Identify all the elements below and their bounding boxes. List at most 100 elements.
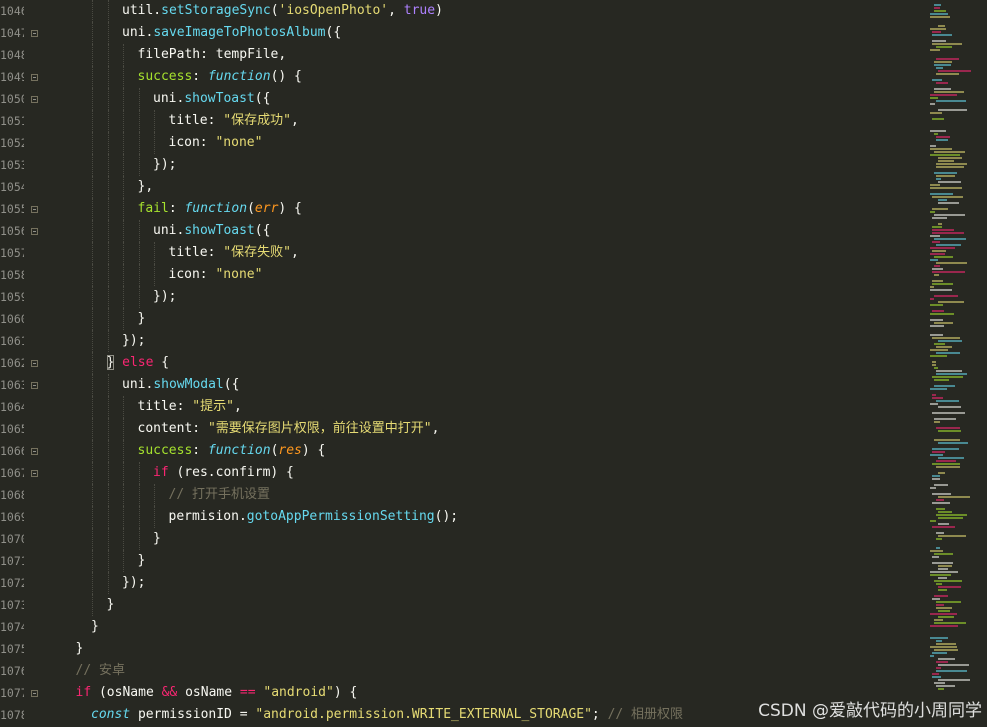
line-number: 1066 [0, 444, 24, 458]
fold-toggle-icon[interactable] [31, 382, 38, 389]
code-line[interactable]: }); [153, 154, 176, 176]
code-line[interactable]: } [138, 550, 146, 572]
code-token: , [233, 399, 242, 414]
fold-toggle-icon[interactable] [31, 448, 38, 455]
minimap-line [938, 223, 942, 225]
code-token: , [290, 245, 299, 260]
minimap-line [936, 175, 955, 177]
code-line[interactable]: success: function() { [138, 66, 302, 88]
fold-toggle-icon[interactable] [31, 228, 38, 235]
minimap-line [930, 319, 943, 321]
code-line[interactable]: util.setStorageSync('iosOpenPhoto', true… [122, 0, 443, 22]
code-line[interactable]: icon: "none" [169, 264, 263, 286]
fold-toggle-icon[interactable] [31, 360, 38, 367]
code-token: uni. [122, 377, 154, 392]
indent-guide [123, 440, 124, 462]
minimap-line [936, 583, 942, 585]
line-number: 1048 [0, 48, 24, 62]
minimap-line [932, 493, 951, 495]
code-line[interactable]: // 打开手机设置 [169, 484, 270, 506]
indent-guide [107, 506, 109, 528]
minimap[interactable] [926, 0, 987, 727]
code-line[interactable]: }); [122, 330, 145, 352]
fold-toggle-icon[interactable] [31, 74, 38, 81]
indent-guide [107, 418, 109, 440]
code-line[interactable]: uni.showModal({ [122, 374, 239, 396]
line-number: 1063 [0, 378, 24, 392]
indent-guide [123, 484, 124, 506]
code-line[interactable]: content: "需要保存图片权限，前往设置中打开", [138, 418, 440, 440]
fold-toggle-icon[interactable] [31, 470, 38, 477]
code-line[interactable]: // 安卓 [76, 660, 125, 682]
fold-toggle-icon[interactable] [31, 30, 38, 37]
code-token: } [75, 641, 84, 656]
code-token: : [192, 69, 208, 84]
minimap-line [930, 286, 934, 288]
code-line[interactable]: }, [138, 176, 154, 198]
minimap-line [936, 82, 948, 84]
indent-guide [92, 220, 93, 242]
indent-guide [138, 242, 140, 264]
code-line[interactable]: }); [122, 572, 145, 594]
code-token: "提示" [192, 399, 234, 414]
indent-guide [92, 462, 93, 484]
indent-guide [123, 462, 124, 484]
code-line[interactable]: if (res.confirm) { [153, 462, 294, 484]
code-line[interactable]: uni.saveImageToPhotosAlbum({ [122, 22, 341, 44]
code-line[interactable]: } [91, 616, 99, 638]
code-line[interactable]: uni.showToast({ [153, 88, 270, 110]
minimap-line [932, 652, 947, 654]
code-token: (osName [91, 685, 162, 700]
minimap-line [930, 247, 955, 249]
minimap-line [930, 253, 945, 255]
minimap-line [930, 184, 940, 186]
code-line[interactable]: } [76, 638, 84, 660]
code-line[interactable]: if (osName && osName == "android") { [76, 682, 358, 704]
code-line[interactable]: } else { [106, 352, 169, 374]
code-token: // 安卓 [75, 663, 125, 678]
code-line[interactable]: title: "保存成功", [169, 110, 299, 132]
code-line[interactable]: } [138, 308, 146, 330]
code-line[interactable]: }); [153, 286, 176, 308]
code-line[interactable]: const permissionID = "android.permission… [91, 704, 683, 726]
minimap-line [932, 502, 950, 504]
code-token: success [137, 69, 193, 84]
code-line[interactable]: icon: "none" [169, 132, 263, 154]
code-line[interactable]: } [107, 594, 115, 616]
fold-toggle-icon[interactable] [31, 690, 38, 697]
code-token: "android.permission.WRITE_EXTERNAL_STORA… [255, 707, 592, 722]
code-line[interactable]: uni.showToast({ [153, 220, 270, 242]
code-token: if [153, 465, 169, 480]
minimap-line [938, 301, 964, 303]
minimap-line [930, 625, 958, 627]
code-line[interactable]: permision.gotoAppPermissionSetting(); [169, 506, 459, 528]
code-token: "none" [215, 135, 263, 150]
code-area[interactable]: util.setStorageSync('iosOpenPhoto', true… [52, 0, 922, 727]
minimap-line [934, 4, 941, 6]
indent-guide [123, 198, 124, 220]
code-line[interactable]: fail: function(err) { [138, 198, 302, 220]
code-line[interactable]: } [153, 528, 161, 550]
fold-toggle-icon[interactable] [31, 206, 38, 213]
code-token: }, [137, 179, 154, 194]
code-token: == [239, 685, 256, 700]
code-token: } [91, 619, 99, 634]
line-number: 1052 [0, 136, 24, 150]
minimap-line [936, 547, 940, 549]
code-line[interactable]: filePath: tempFile, [138, 44, 287, 66]
indent-guide [92, 440, 93, 462]
minimap-line [932, 34, 952, 36]
code-line[interactable]: title: "提示", [138, 396, 242, 418]
code-line[interactable]: title: "保存失败", [169, 242, 299, 264]
minimap-line [934, 91, 964, 93]
code-editor[interactable]: 1046 1047 1048 1049 1050 1051 1052 1053 1054 1055… [0, 0, 987, 727]
code-token: showModal [153, 377, 224, 392]
fold-toggle-icon[interactable] [31, 96, 38, 103]
minimap-line [932, 79, 942, 81]
indent-guide [123, 264, 124, 286]
code-token: icon: [168, 135, 216, 150]
minimap-line [932, 562, 953, 564]
code-line[interactable]: success: function(res) { [138, 440, 326, 462]
minimap-line [934, 238, 966, 240]
minimap-line [938, 511, 952, 513]
